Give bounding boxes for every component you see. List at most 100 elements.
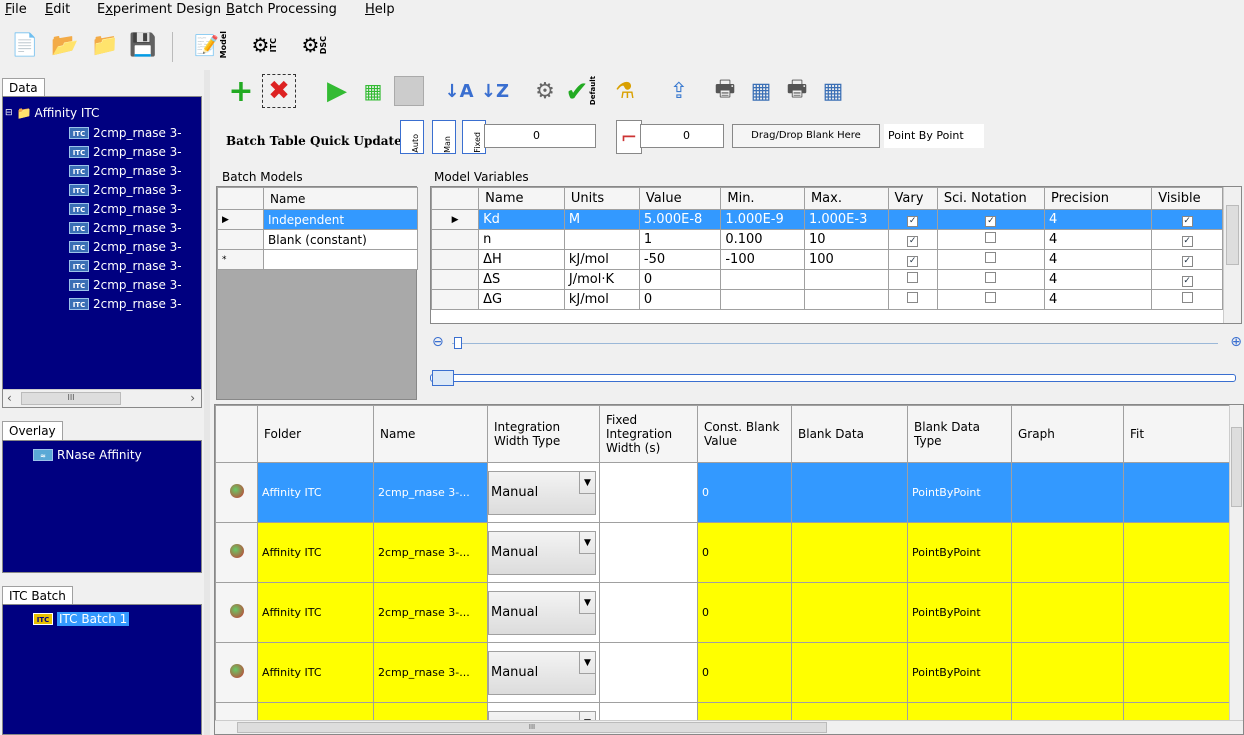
tree-item-file[interactable]: ITC 2cmp_rnase 3-	[69, 161, 182, 180]
mv-header-name[interactable]: Name	[478, 187, 565, 210]
run-icon[interactable]: ▶	[320, 74, 354, 108]
unchecked-checkbox-icon[interactable]	[985, 232, 997, 243]
batch-hscroll-thumb[interactable]: III	[237, 722, 827, 733]
export-icon[interactable]: ⇪	[662, 74, 696, 108]
menu-edit[interactable]: Edit	[45, 2, 70, 17]
bt-const-blank[interactable]: 0	[697, 522, 792, 583]
chevron-down-icon[interactable]: ▼	[579, 531, 595, 554]
mv-header-max[interactable]: Max.	[803, 187, 889, 210]
tree-item-file[interactable]: ITC 2cmp_rnase 3-	[69, 123, 182, 142]
run-all-icon[interactable]: ▦	[356, 74, 390, 108]
bt-header-folder[interactable]: Folder	[257, 405, 374, 463]
bt-fit[interactable]	[1123, 582, 1234, 643]
fixed-width-input[interactable]: 0	[484, 124, 596, 148]
bt-graph[interactable]	[1011, 642, 1124, 703]
row-selector[interactable]: *	[217, 249, 264, 270]
row-selector[interactable]	[431, 269, 480, 290]
menu-file[interactable]: File	[5, 2, 27, 17]
add-icon[interactable]: +	[224, 74, 258, 109]
fixed-button[interactable]: Fixed	[462, 120, 486, 154]
width-type-dropdown[interactable]: Manual ▼	[488, 530, 596, 575]
bt-fit[interactable]	[1123, 642, 1234, 703]
add-folder-icon[interactable]: 📁	[88, 28, 122, 62]
row-selector[interactable]	[215, 582, 258, 643]
menu-batch-processing[interactable]: Batch Processing	[226, 2, 337, 17]
row-selector[interactable]	[215, 462, 258, 523]
auto-button[interactable]: Auto	[400, 120, 424, 154]
const-blank-input[interactable]: 0	[640, 124, 724, 148]
settings-gear-icon[interactable]: ⚙	[528, 74, 562, 108]
scroll-left-icon[interactable]: ‹	[7, 391, 12, 405]
model-button[interactable]: 📝 Model	[188, 28, 234, 62]
bt-fixed-width[interactable]	[599, 522, 698, 583]
mv-value[interactable]: -50	[638, 249, 722, 270]
width-type-dropdown[interactable]: Manual ▼	[488, 590, 596, 635]
mv-sci-notation[interactable]	[936, 289, 1046, 310]
tree-item-file[interactable]: ITC 2cmp_rnase 3-	[69, 142, 182, 161]
menu-experiment-design[interactable]: Experiment Design	[97, 2, 221, 17]
vscroll-thumb[interactable]	[1226, 205, 1239, 265]
row-selector[interactable]: ▶	[217, 209, 264, 230]
tree-item-file[interactable]: ITC 2cmp_rnase 3-	[69, 180, 182, 199]
mv-max[interactable]: 1.000E-3	[803, 209, 889, 230]
mv-vary[interactable]: ✓	[887, 249, 938, 270]
mv-header-sci-notation[interactable]: Sci. Notation	[936, 187, 1046, 210]
checked-checkbox-icon[interactable]: ✓	[1181, 256, 1193, 267]
bt-fit[interactable]	[1123, 462, 1234, 523]
batch-vscroll-thumb[interactable]	[1231, 427, 1242, 507]
zoom-thumb[interactable]	[454, 337, 462, 349]
chevron-down-icon[interactable]: ▼	[579, 471, 595, 494]
model-variable-row[interactable]: n 1 0.100 10 ✓ 4 ✓	[431, 229, 1223, 250]
model-variable-row[interactable]: ΔG kJ/mol 0 4	[431, 289, 1223, 310]
batch-hscrollbar[interactable]: III	[215, 720, 1243, 734]
tree-item-file[interactable]: ITC 2cmp_rnase 3-	[69, 237, 182, 256]
data-hscrollbar[interactable]: ‹ III ›	[3, 389, 201, 407]
bt-header-integration-width-type[interactable]: Integration Width Type	[487, 405, 600, 463]
itc-button[interactable]: ⚙ ITC	[240, 28, 290, 62]
row-selector[interactable]	[215, 522, 258, 583]
bt-graph[interactable]	[1011, 582, 1124, 643]
checked-checkbox-icon[interactable]: ✓	[907, 236, 919, 247]
bt-graph[interactable]	[1011, 462, 1124, 523]
unchecked-checkbox-icon[interactable]	[1181, 292, 1193, 303]
collapse-icon[interactable]: ⊟	[5, 108, 13, 118]
tab-itc-batch[interactable]: ITC Batch	[2, 586, 73, 605]
chevron-down-icon[interactable]: ▼	[579, 651, 595, 674]
batch-item[interactable]: ITC ITC Batch 1	[33, 609, 130, 628]
mv-max[interactable]	[803, 269, 889, 290]
bt-blank-data[interactable]	[791, 522, 908, 583]
bt-blank-data[interactable]	[791, 462, 908, 523]
model-variable-row[interactable]: ΔH kJ/mol -50 -100 100 ✓ 4 ✓	[431, 249, 1223, 270]
print-icon[interactable]: 🖶	[708, 74, 742, 108]
mv-value[interactable]: 5.000E-8	[638, 209, 722, 230]
mv-max[interactable]	[803, 289, 889, 310]
chevron-down-icon[interactable]: ▼	[579, 591, 595, 614]
batch-row[interactable]: Affinity ITC 2cmp_rnase 3-... Manual ▼ 0 Poin…	[215, 642, 1234, 703]
mv-header-visible[interactable]: Visible	[1151, 187, 1223, 210]
mv-vary[interactable]	[887, 269, 938, 290]
mv-header-min[interactable]: Min.	[720, 187, 805, 210]
mv-sci-notation[interactable]: ✓	[936, 209, 1046, 230]
checked-checkbox-icon[interactable]: ✓	[1181, 236, 1193, 247]
bt-blank-data[interactable]	[791, 642, 908, 703]
print-save-icon[interactable]: 🖶	[780, 74, 814, 108]
mv-sci-notation[interactable]	[936, 249, 1046, 270]
stop-icon[interactable]	[394, 76, 424, 106]
data-hscroll-thumb[interactable]: III	[21, 392, 121, 405]
unchecked-checkbox-icon[interactable]	[985, 252, 997, 263]
mv-min[interactable]: 0.100	[720, 229, 805, 250]
bt-fixed-width[interactable]	[599, 582, 698, 643]
bt-fixed-width[interactable]	[599, 462, 698, 523]
table-save-icon[interactable]: ▦	[816, 74, 850, 108]
checked-checkbox-icon[interactable]: ✓	[985, 216, 997, 227]
bt-width-type[interactable]: Manual ▼	[487, 462, 600, 523]
batch-model-row-blank[interactable]: Blank (constant)	[217, 229, 418, 250]
tab-overlay[interactable]: Overlay	[2, 421, 63, 440]
bt-header-name[interactable]: Name	[373, 405, 488, 463]
new-file-icon[interactable]: 📄	[8, 28, 42, 62]
model-variable-row[interactable]: ΔS J/mol·K 0 4 ✓	[431, 269, 1223, 290]
bt-fit[interactable]	[1123, 522, 1234, 583]
mv-min[interactable]	[720, 269, 805, 290]
batch-row[interactable]: Affinity ITC 2cmp_rnase 3-... Manual ▼ 0 Poin…	[215, 582, 1234, 643]
row-selector[interactable]	[431, 289, 480, 310]
